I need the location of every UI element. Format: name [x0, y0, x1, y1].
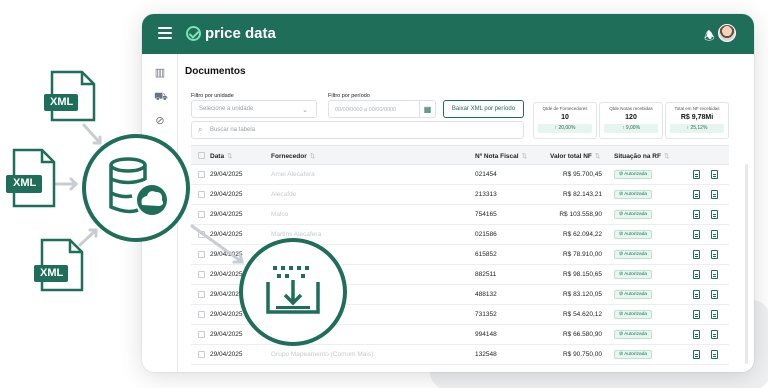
xml-label: XML [9, 176, 41, 190]
xml-label: XML [46, 95, 78, 109]
stage: price data 🕭 ▥ ⛟ ⊘ Documentos Filtro por… [0, 0, 768, 388]
arrow-icon [78, 228, 98, 247]
illustration [6, 70, 347, 346]
xml-file-icon [34, 238, 84, 292]
arrow-icon [82, 123, 102, 145]
xml-label: XML [36, 266, 68, 280]
arrow-icon [190, 224, 244, 264]
database-cloud-icon [82, 134, 190, 242]
download-box-icon [239, 238, 347, 346]
